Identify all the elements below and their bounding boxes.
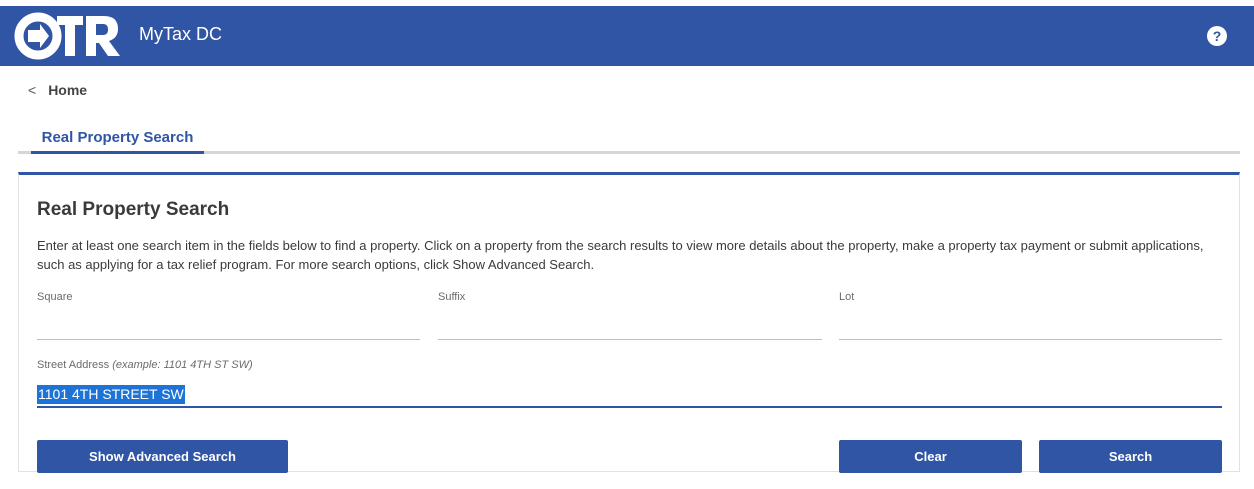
top-bar: MyTax DC ? (0, 6, 1254, 66)
square-label: Square (37, 291, 73, 303)
lot-label: Lot (839, 291, 855, 303)
otr-logo (14, 12, 120, 60)
clear-button[interactable]: Clear (839, 440, 1022, 473)
chevron-left-icon: < (28, 82, 37, 98)
help-icon[interactable]: ? (1207, 26, 1227, 46)
search-button[interactable]: Search (1039, 440, 1222, 473)
street-address-label: Street Address (example: 1101 4TH ST SW) (37, 359, 253, 371)
breadcrumb-label: Home (48, 82, 88, 98)
lot-input[interactable] (839, 318, 1222, 340)
app-title: MyTax DC (139, 24, 223, 44)
street-address-hint: (example: 1101 4TH ST SW) (112, 359, 253, 371)
tab-real-property-search[interactable]: Real Property Search (31, 129, 204, 154)
breadcrumb-home[interactable]: < Home (28, 82, 87, 98)
panel-title: Real Property Search (37, 199, 230, 220)
street-address-input[interactable] (37, 384, 1222, 408)
panel-description: Enter at least one search item in the fi… (37, 238, 1204, 272)
street-address-value[interactable]: 1101 4TH STREET SW (37, 385, 185, 404)
suffix-input[interactable] (438, 318, 822, 340)
square-input[interactable] (37, 318, 420, 340)
suffix-label: Suffix (438, 291, 466, 303)
street-address-label-text: Street Address (37, 359, 110, 371)
show-advanced-search-button[interactable]: Show Advanced Search (37, 440, 288, 473)
